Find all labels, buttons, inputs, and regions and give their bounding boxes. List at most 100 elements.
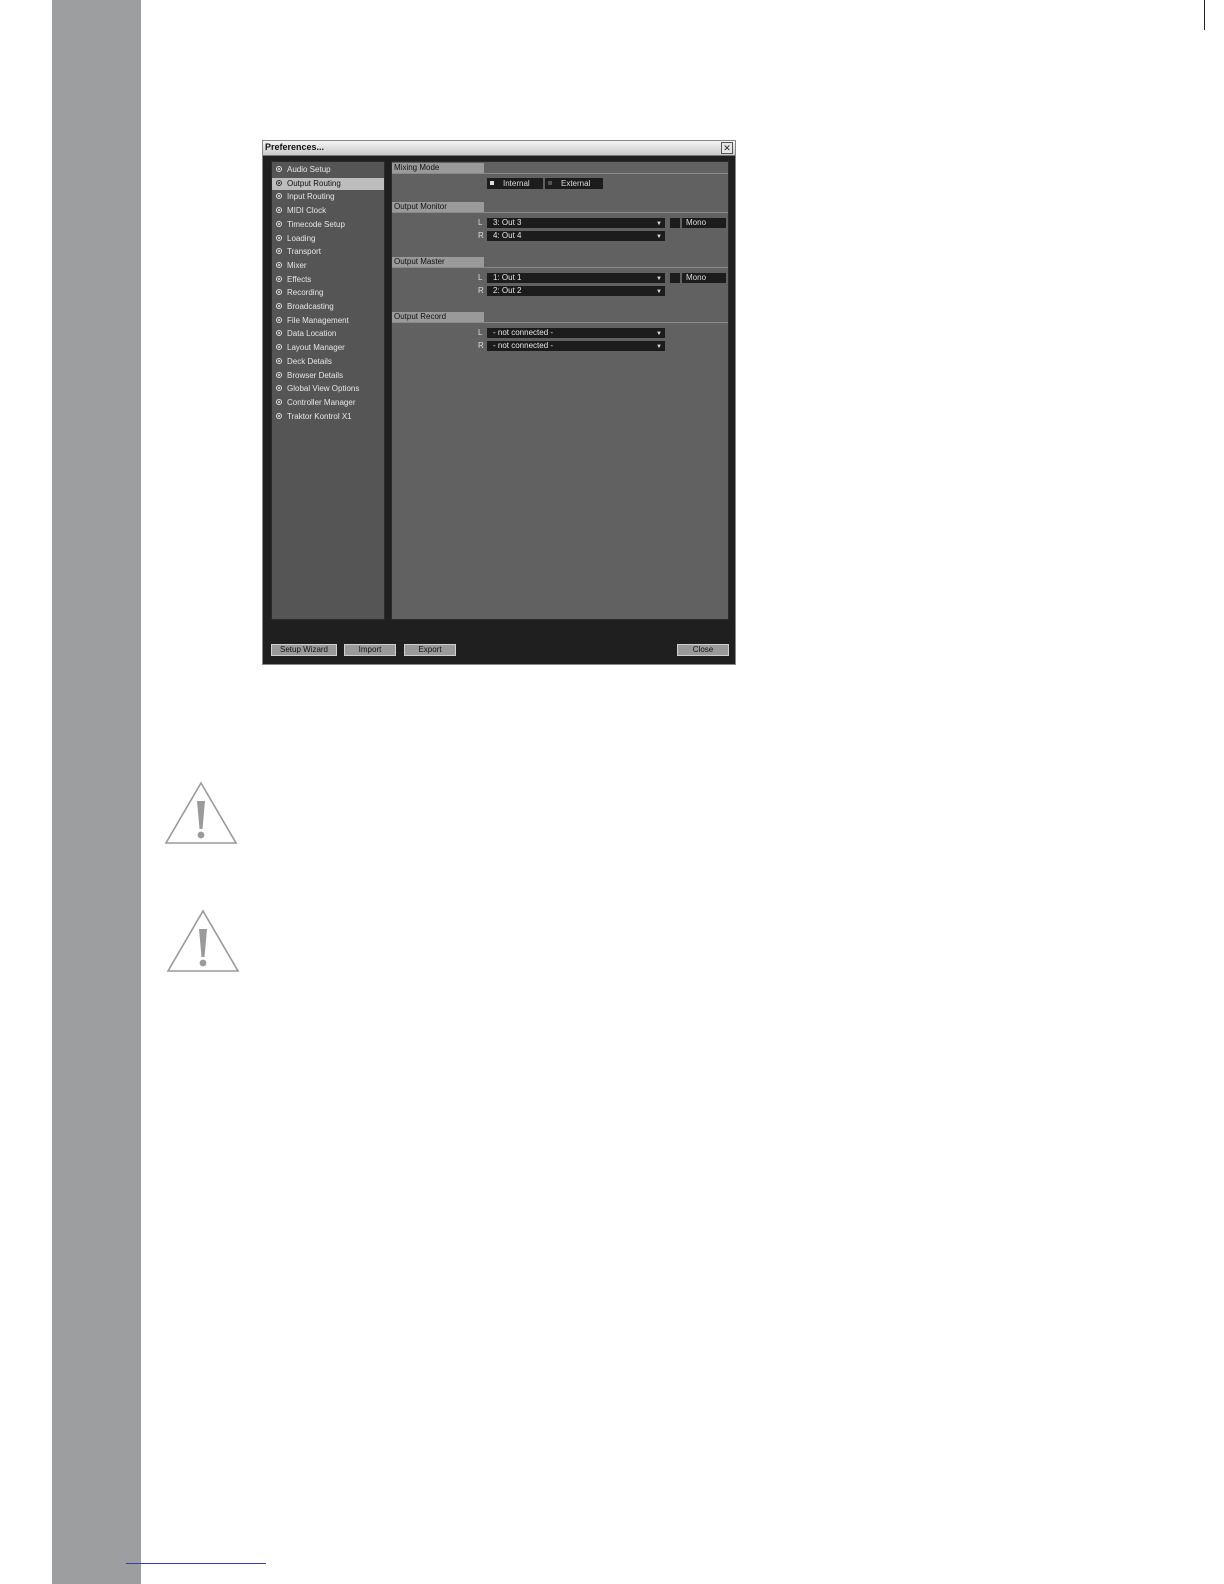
radio-dot-icon (276, 344, 282, 351)
record-left-channel-label: L (478, 328, 483, 337)
monitor-right-channel-label: R (478, 231, 484, 240)
radio-dot-icon (276, 303, 282, 309)
output-routing-panel: Mixing Mode Internal External Output Mon… (391, 161, 729, 620)
preferences-sidebar: Audio Setup Output Routing Input Routing MI… (271, 161, 385, 620)
monitor-right-output-select[interactable]: 4: Out 4 ▼ (487, 231, 665, 241)
window-title: Preferences... (265, 142, 325, 152)
footer-link-underline[interactable] (126, 1563, 266, 1564)
sidebar-item[interactable]: Transport (272, 246, 384, 258)
warning-triangle-icon (166, 909, 240, 972)
sidebar-item[interactable]: Global View Options (272, 383, 384, 395)
internal-label: Internal (503, 179, 530, 188)
sidebar-item[interactable]: Audio Setup (272, 164, 384, 176)
export-button[interactable]: Export (404, 644, 456, 656)
sidebar-item[interactable]: Layout Manager (272, 342, 384, 354)
sidebar-item-label: Mixer (287, 260, 307, 270)
close-button[interactable]: Close (677, 644, 729, 656)
radio-dot-icon (276, 371, 282, 378)
mixing-mode-heading: Mixing Mode (392, 163, 484, 173)
chevron-down-icon: ▼ (656, 276, 662, 282)
chevron-down-icon: ▼ (656, 221, 662, 227)
sidebar-item-label: Recording (287, 288, 324, 298)
monitor-left-value: 3: Out 3 (493, 218, 522, 227)
sidebar-item-label: Output Routing (287, 178, 341, 188)
radio-dot-icon (276, 412, 282, 419)
sidebar-item[interactable]: Browser Details (272, 370, 384, 382)
sidebar-item[interactable]: Broadcasting (272, 301, 384, 313)
page-edge-rule (1204, 0, 1205, 30)
master-left-output-select[interactable]: 1: Out 1 ▼ (487, 273, 665, 283)
warning-triangle-icon (164, 781, 238, 844)
output-record-section: Output Record (392, 312, 728, 323)
radio-dot-icon (276, 207, 282, 214)
radio-dot-icon (276, 179, 282, 186)
sidebar-item-label: Traktor Kontrol X1 (287, 411, 352, 421)
sidebar-item-label: Timecode Setup (287, 219, 345, 229)
record-left-output-select[interactable]: - not connected - ▼ (487, 328, 665, 338)
sidebar-item-label: Loading (287, 233, 316, 243)
output-master-heading: Output Master (392, 257, 484, 267)
external-radio-icon (548, 181, 552, 185)
sidebar-item[interactable]: File Management (272, 315, 384, 327)
sidebar-item-label: Broadcasting (287, 302, 334, 311)
preferences-window: Preferences... ✕ Audio Setup Output Routi… (262, 140, 736, 665)
sidebar-item-label: Data Location (287, 329, 337, 339)
sidebar-item-label: Controller Manager (287, 397, 356, 407)
master-mono-toggle[interactable]: Mono (670, 273, 726, 283)
monitor-right-value: 4: Out 4 (493, 231, 522, 240)
output-record-heading: Output Record (392, 312, 484, 322)
record-right-channel-label: R (478, 341, 484, 350)
sidebar-item-label: Effects (287, 274, 312, 284)
output-master-section: Output Master (392, 257, 728, 268)
sidebar-item[interactable]: Loading (272, 233, 384, 245)
sidebar-item[interactable]: Effects (272, 274, 384, 286)
sidebar-item-label: File Management (287, 315, 349, 325)
chevron-down-icon: ▼ (656, 331, 662, 337)
monitor-mono-toggle[interactable]: Mono (670, 218, 726, 228)
sidebar-item-label: MIDI Clock (287, 206, 327, 216)
sidebar-item-label: Browser Details (287, 370, 344, 380)
sidebar-item[interactable]: Timecode Setup (272, 219, 384, 231)
import-button[interactable]: Import (344, 644, 396, 656)
setup-wizard-button[interactable]: Setup Wizard (271, 644, 337, 656)
sidebar-item[interactable]: MIDI Clock (272, 205, 384, 217)
radio-dot-icon (276, 289, 282, 296)
master-right-output-select[interactable]: 2: Out 2 ▼ (487, 286, 665, 296)
sidebar-item[interactable]: Input Routing (272, 191, 384, 203)
radio-dot-icon (276, 261, 282, 268)
sidebar-item[interactable]: Controller Manager (272, 397, 384, 409)
internal-radio-icon (490, 181, 494, 185)
sidebar-item[interactable]: Output Routing (272, 177, 384, 190)
monitor-left-output-select[interactable]: 3: Out 3 ▼ (487, 218, 665, 228)
sidebar-item[interactable]: Data Location (272, 328, 384, 340)
sidebar-item[interactable]: Deck Details (272, 356, 384, 368)
record-left-value: - not connected - (493, 328, 554, 337)
record-right-value: - not connected - (493, 341, 554, 350)
sidebar-item-label: Input Routing (287, 192, 335, 202)
output-monitor-heading: Output Monitor (392, 202, 484, 212)
mixing-mode-external-option[interactable]: External (545, 178, 603, 189)
page-margin-bar (52, 0, 141, 1584)
record-right-output-select[interactable]: - not connected - ▼ (487, 341, 665, 351)
chevron-down-icon: ▼ (656, 234, 662, 240)
radio-dot-icon (276, 166, 282, 172)
window-close-icon[interactable]: ✕ (721, 142, 733, 154)
sidebar-item[interactable]: Recording (272, 287, 384, 299)
radio-dot-icon (276, 220, 282, 227)
external-label: External (561, 179, 591, 188)
sidebar-item-label: Audio Setup (287, 165, 331, 174)
master-mono-checkbox[interactable] (670, 273, 680, 283)
sidebar-item-label: Layout Manager (287, 343, 345, 353)
radio-dot-icon (276, 275, 282, 282)
sidebar-item[interactable]: Traktor Kontrol X1 (272, 411, 384, 423)
monitor-mono-checkbox[interactable] (670, 218, 680, 228)
sidebar-item[interactable]: Mixer (272, 260, 384, 272)
window-titlebar[interactable]: Preferences... ✕ (263, 141, 735, 156)
monitor-left-channel-label: L (478, 218, 483, 227)
output-monitor-section: Output Monitor (392, 202, 728, 213)
radio-dot-icon (276, 316, 282, 323)
sidebar-item-label: Transport (287, 247, 321, 257)
mixing-mode-internal-option[interactable]: Internal (487, 178, 543, 189)
radio-dot-icon (276, 330, 282, 337)
chevron-down-icon: ▼ (656, 289, 662, 295)
